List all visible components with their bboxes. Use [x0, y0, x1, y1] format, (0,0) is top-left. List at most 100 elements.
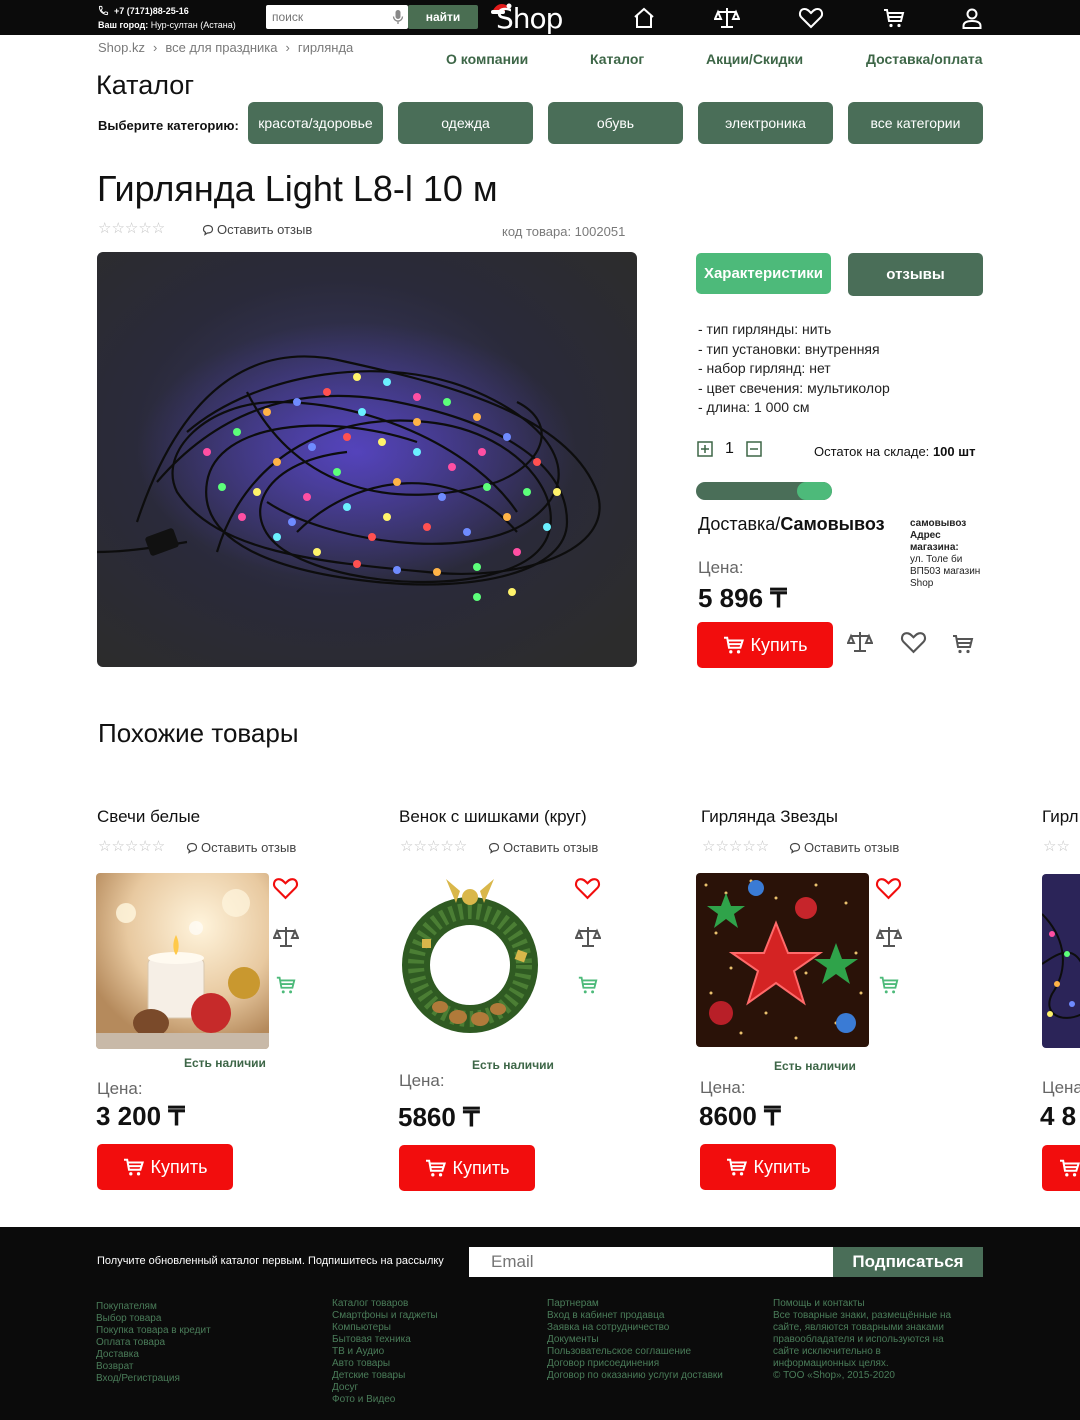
- compare-scales-icon[interactable]: [876, 925, 902, 949]
- search-button[interactable]: найти: [408, 5, 478, 29]
- catalog-title: Каталог: [96, 70, 195, 100]
- cart-icon[interactable]: [275, 974, 297, 996]
- footer-link[interactable]: Доставка: [96, 1349, 211, 1361]
- footer-link[interactable]: Партнерам: [547, 1298, 723, 1310]
- favorites-heart-icon[interactable]: [875, 876, 902, 901]
- footer-link[interactable]: Детские товары: [332, 1370, 438, 1382]
- footer-link[interactable]: Вход/Регистрация: [96, 1373, 211, 1385]
- footer-link[interactable]: Помощь и контакты: [773, 1298, 951, 1310]
- footer-legal-text: сайте, являются товарными знаками: [773, 1322, 945, 1333]
- plus-box-icon[interactable]: [697, 441, 713, 457]
- footer-link[interactable]: Авто товары: [332, 1358, 438, 1370]
- category-beauty-health[interactable]: красота/здоровье: [248, 102, 383, 144]
- footer-link[interactable]: Каталог товаров: [332, 1298, 438, 1310]
- breadcrumb-home[interactable]: Shop.kz: [98, 40, 145, 55]
- home-icon[interactable]: [632, 6, 656, 30]
- microphone-icon[interactable]: [392, 9, 404, 25]
- favorites-heart-icon[interactable]: [272, 876, 299, 901]
- footer-link[interactable]: Договор присоединения: [547, 1358, 723, 1370]
- delivery-pickup-toggle[interactable]: [696, 482, 832, 500]
- cart-icon[interactable]: [878, 974, 900, 996]
- favorites-heart-icon[interactable]: [900, 630, 927, 655]
- leave-review-link[interactable]: Оставить отзыв: [202, 222, 312, 237]
- leave-review-link[interactable]: Оставить отзыв: [186, 840, 296, 855]
- spec-line: - тип установки: внутренняя: [698, 340, 880, 357]
- buy-button[interactable]: Купить: [399, 1145, 535, 1191]
- cart-icon: [723, 636, 744, 654]
- favorites-heart-icon[interactable]: [574, 876, 601, 901]
- footer-link[interactable]: Бытовая техника: [332, 1334, 438, 1346]
- footer-link[interactable]: Пользовательское соглашение: [547, 1346, 723, 1358]
- nav-delivery-payment[interactable]: Доставка/оплата: [866, 51, 983, 67]
- chevron-right-icon: ›: [285, 40, 290, 55]
- category-all[interactable]: все категории: [848, 102, 983, 144]
- nav-promotions[interactable]: Акции/Скидки: [706, 51, 803, 67]
- phone-number[interactable]: +7 (7171)88-25-16: [98, 5, 189, 16]
- product-image-candles[interactable]: [96, 873, 269, 1049]
- footer-link[interactable]: Заявка на сотрудничество: [547, 1322, 723, 1334]
- product-card-title[interactable]: Гирлянда Звезды: [701, 807, 838, 827]
- compare-scales-icon[interactable]: [575, 925, 601, 949]
- footer-link[interactable]: Выбор товара: [96, 1313, 211, 1325]
- breadcrumb-current[interactable]: гирлянда: [298, 40, 353, 55]
- compare-scales-icon[interactable]: [847, 629, 873, 655]
- footer-column-help: Помощь и контакты Все товарные знаки, ра…: [773, 1298, 951, 1382]
- footer-link[interactable]: Покупка товара в кредит: [96, 1325, 211, 1337]
- footer-link[interactable]: Фото и Видео: [332, 1394, 438, 1406]
- nav-catalog[interactable]: Каталог: [590, 51, 644, 67]
- leave-review-link[interactable]: Оставить отзыв: [789, 840, 899, 855]
- category-clothing[interactable]: одежда: [398, 102, 533, 144]
- favorites-heart-icon[interactable]: [798, 6, 824, 30]
- rating-stars[interactable]: ☆☆☆☆☆: [98, 219, 165, 237]
- rating-stars[interactable]: ☆☆: [1043, 837, 1070, 855]
- cart-icon[interactable]: [882, 6, 906, 30]
- category-electronics[interactable]: электроника: [698, 102, 833, 144]
- tab-reviews[interactable]: отзывы: [848, 253, 983, 296]
- buy-button[interactable]: Купить: [97, 1144, 233, 1190]
- quantity-value[interactable]: 1: [725, 440, 734, 458]
- review-link-text: Оставить отзыв: [201, 840, 297, 855]
- cart-icon[interactable]: [577, 974, 599, 996]
- email-input[interactable]: [469, 1247, 833, 1277]
- product-card-title[interactable]: Венок с шишками (круг): [399, 807, 587, 827]
- stock-label: Остаток на складе:: [814, 444, 930, 459]
- rating-stars[interactable]: ☆☆☆☆☆: [98, 837, 165, 855]
- leave-review-link[interactable]: Оставить отзыв: [488, 840, 598, 855]
- rating-stars[interactable]: ☆☆☆☆☆: [400, 837, 467, 855]
- tab-characteristics[interactable]: Характеристики: [696, 253, 831, 294]
- footer-link[interactable]: ТВ и Аудио: [332, 1346, 438, 1358]
- footer-link[interactable]: Вход в кабинет продавца: [547, 1310, 723, 1322]
- product-image-garland[interactable]: [1042, 874, 1080, 1048]
- search-input[interactable]: [266, 5, 384, 29]
- compare-scales-icon[interactable]: [273, 925, 299, 949]
- compare-scales-icon[interactable]: [714, 6, 740, 30]
- buy-button[interactable]: Купить: [697, 622, 833, 668]
- category-shoes[interactable]: обувь: [548, 102, 683, 144]
- product-image-star-garland[interactable]: [696, 873, 869, 1047]
- breadcrumb-category[interactable]: все для праздника: [165, 40, 277, 55]
- cart-icon[interactable]: [951, 632, 975, 656]
- buy-button[interactable]: [1042, 1145, 1080, 1191]
- footer-link[interactable]: Оплата товара: [96, 1337, 211, 1349]
- footer-link[interactable]: Документы: [547, 1334, 723, 1346]
- nav-about[interactable]: О компании: [446, 51, 528, 67]
- footer-link[interactable]: Договор по оказанию услуги доставки: [547, 1370, 723, 1382]
- footer-link[interactable]: Компьютеры: [332, 1322, 438, 1334]
- product-image-wreath[interactable]: [398, 873, 571, 1049]
- subscribe-button[interactable]: Подписаться: [833, 1247, 983, 1277]
- buy-button[interactable]: Купить: [700, 1144, 836, 1190]
- product-card-partial: Гирл ☆☆ Цена 4 8: [1040, 790, 1080, 1210]
- footer-link[interactable]: Возврат: [96, 1361, 211, 1373]
- footer-link[interactable]: Смартфоны и гаджеты: [332, 1310, 438, 1322]
- footer-link[interactable]: Досуг: [332, 1382, 438, 1394]
- footer-link[interactable]: Покупателям: [96, 1301, 211, 1313]
- minus-box-icon[interactable]: [746, 441, 762, 457]
- speech-bubble-icon: [789, 842, 801, 854]
- city-selector[interactable]: Ваш город: Нур-султан (Астана): [98, 20, 236, 30]
- product-card-title[interactable]: Гирл: [1042, 807, 1079, 827]
- logo[interactable]: Shop: [496, 2, 563, 35]
- user-profile-icon[interactable]: [960, 6, 984, 30]
- rating-stars[interactable]: ☆☆☆☆☆: [702, 837, 769, 855]
- product-card-title[interactable]: Свечи белые: [97, 807, 200, 827]
- quantity-stepper: 1: [697, 440, 762, 458]
